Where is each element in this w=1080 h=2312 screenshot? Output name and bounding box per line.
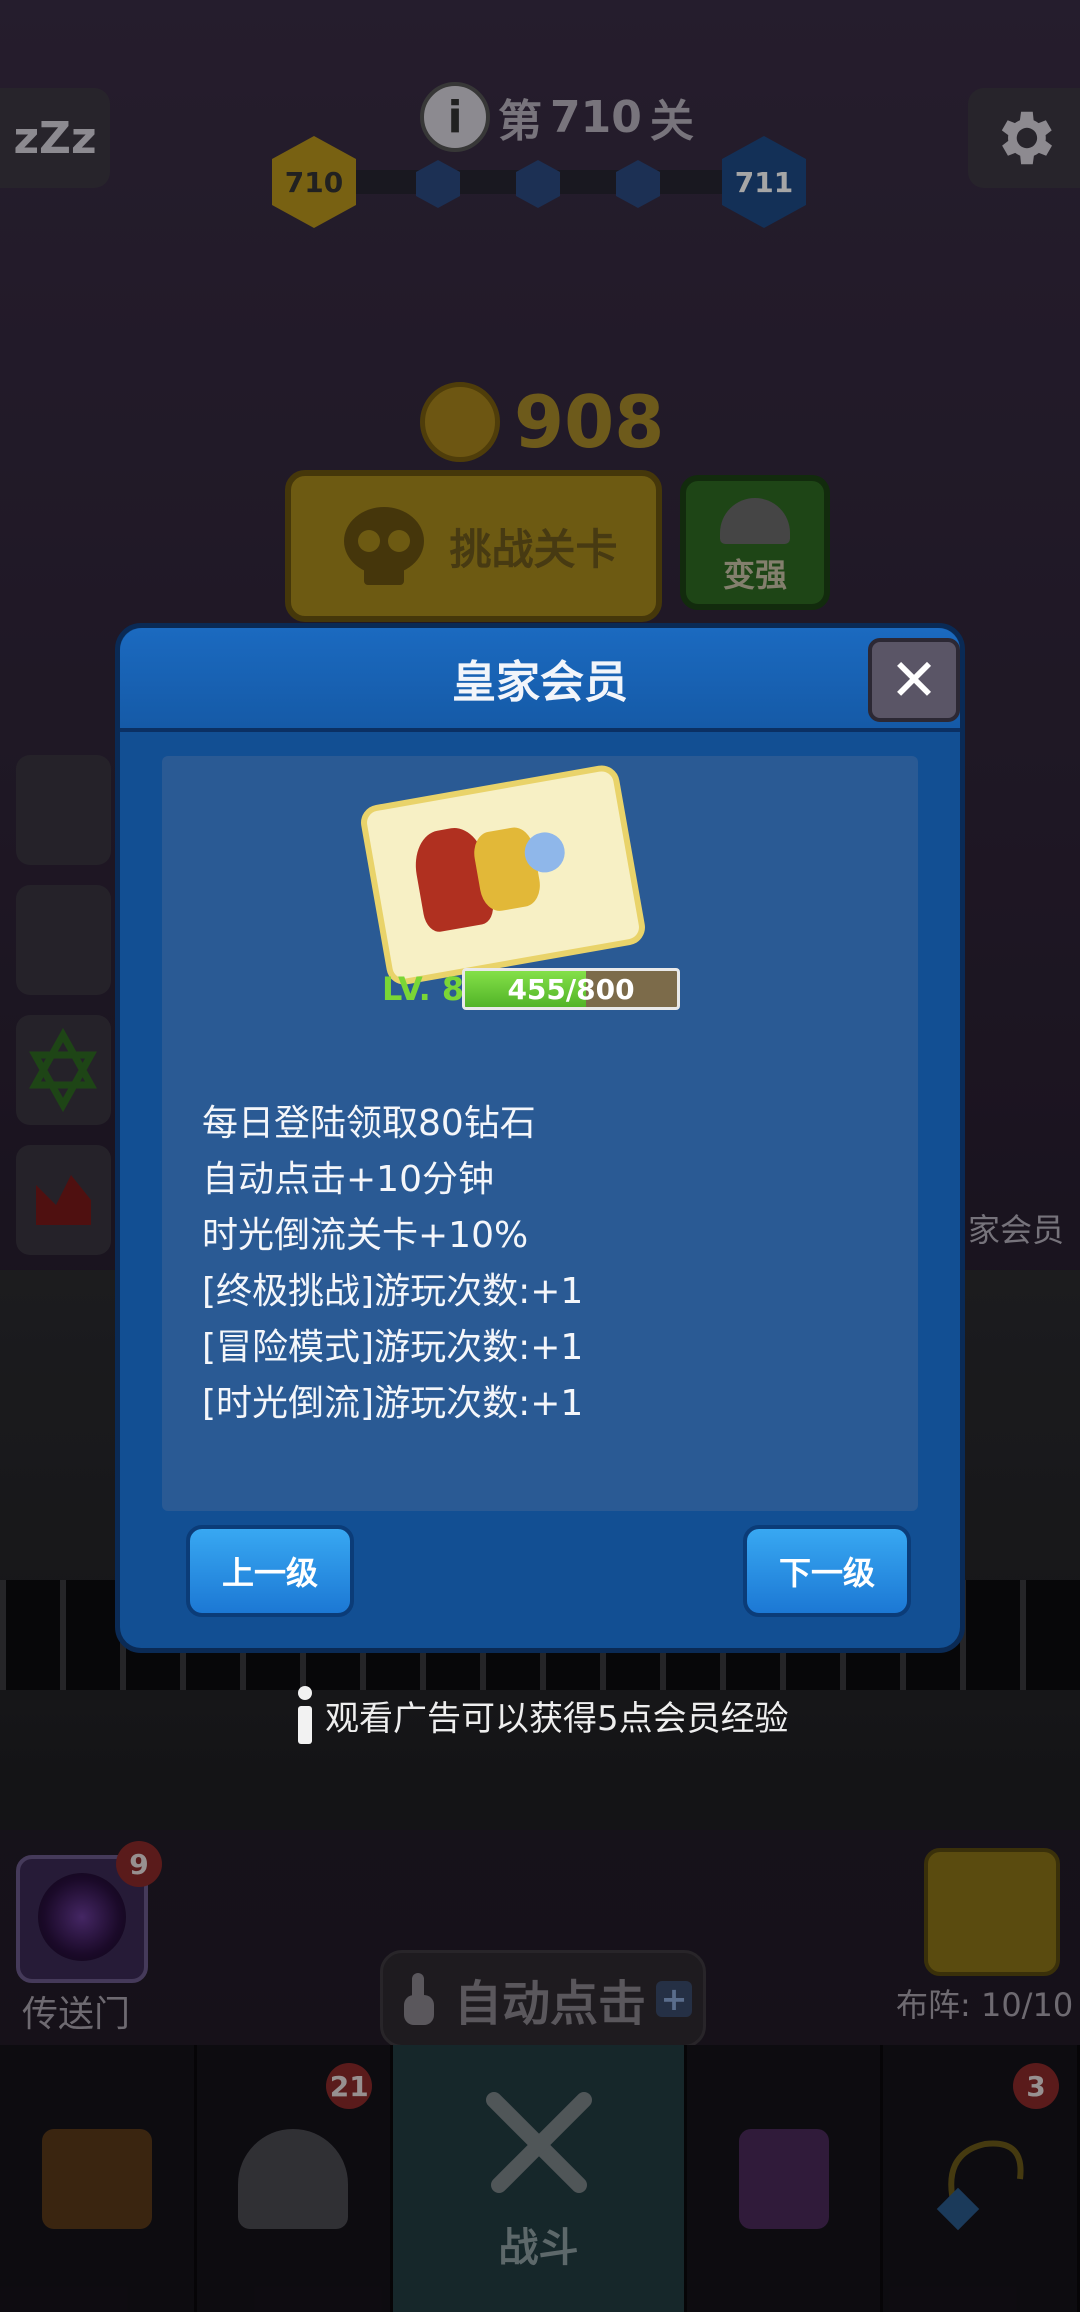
benefit-item: [时光倒流]游玩次数:+1 bbox=[202, 1383, 584, 1424]
member-info-panel: LV. 8 455/800 每日登陆领取80钻石 自动点击+10分钟 时光倒流关… bbox=[162, 756, 918, 1511]
info-icon bbox=[295, 1686, 315, 1744]
watch-ad-text: 观看广告可以获得5点会员经验 bbox=[325, 1698, 789, 1739]
benefit-item: 时光倒流关卡+10% bbox=[202, 1215, 529, 1256]
next-level-label: 下一级 bbox=[778, 1554, 875, 1592]
benefit-item: 自动点击+10分钟 bbox=[202, 1159, 494, 1200]
previous-level-button[interactable]: 上一级 bbox=[186, 1525, 354, 1617]
close-icon: ✕ bbox=[889, 646, 939, 714]
royal-member-dialog: 皇家会员 ✕ LV. 8 455/800 每日登陆领取80钻石 自动点击+10分… bbox=[115, 623, 965, 1653]
membership-card-image bbox=[358, 762, 648, 988]
dialog-title: 皇家会员 bbox=[452, 657, 628, 708]
benefit-item: [终极挑战]游玩次数:+1 bbox=[202, 1271, 584, 1312]
member-exp-text: 455/800 bbox=[507, 972, 635, 1006]
previous-level-label: 上一级 bbox=[221, 1554, 318, 1592]
close-button[interactable]: ✕ bbox=[868, 638, 960, 722]
next-level-button[interactable]: 下一级 bbox=[743, 1525, 911, 1617]
dialog-header: 皇家会员 bbox=[120, 628, 960, 732]
benefit-item: [冒险模式]游玩次数:+1 bbox=[202, 1327, 584, 1368]
benefit-item: 每日登陆领取80钻石 bbox=[202, 1103, 536, 1144]
benefit-list: 每日登陆领取80钻石 自动点击+10分钟 时光倒流关卡+10% [终极挑战]游玩… bbox=[202, 1096, 583, 1432]
member-exp-bar: 455/800 bbox=[462, 968, 680, 1010]
member-level: LV. 8 bbox=[382, 970, 465, 1008]
watch-ad-hint[interactable]: 观看广告可以获得5点会员经验 bbox=[295, 1686, 789, 1744]
